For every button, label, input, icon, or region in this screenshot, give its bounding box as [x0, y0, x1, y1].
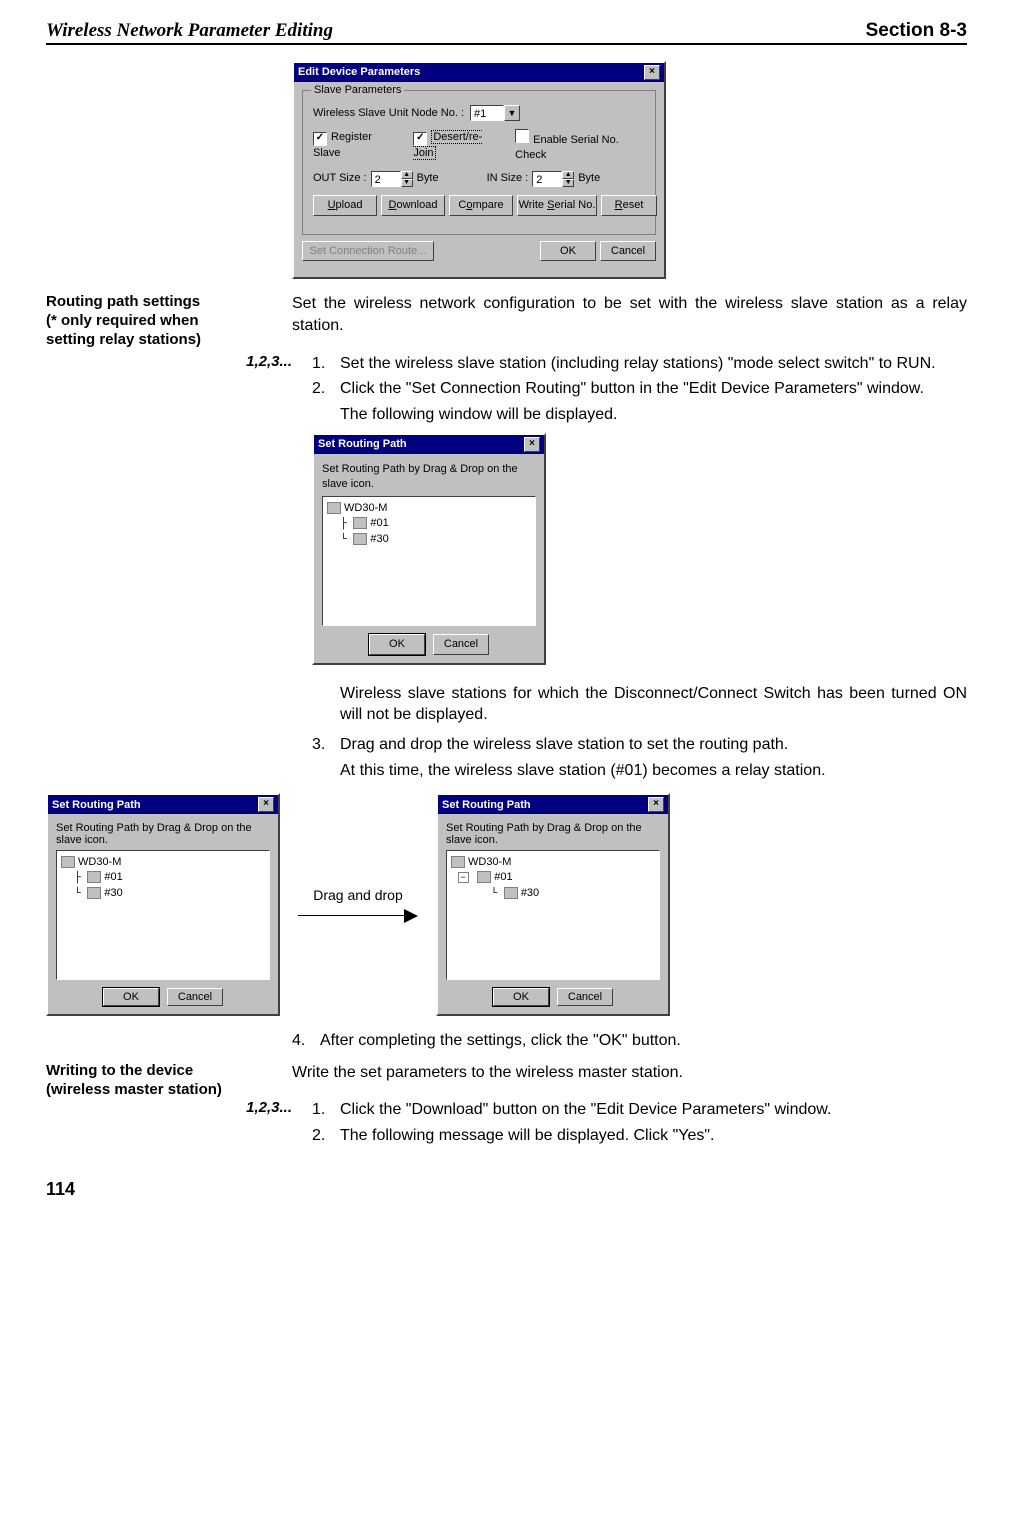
ok-button[interactable]: OK [540, 241, 596, 262]
header-title-left: Wireless Network Parameter Editing [46, 20, 333, 42]
close-icon[interactable]: × [524, 437, 540, 452]
device-icon [451, 856, 465, 868]
download-button[interactable]: Download [381, 195, 445, 216]
drag-and-drop-arrow: Drag and drop [280, 887, 436, 923]
cancel-button[interactable]: Cancel [433, 634, 489, 655]
dialog-titlebar: Set Routing Path × [438, 795, 668, 814]
device-icon [353, 517, 367, 529]
set-routing-path-dialog-after: Set Routing Path × Set Routing Path by D… [436, 793, 670, 1016]
tree-note-text: Wireless slave stations for which the Di… [340, 683, 967, 726]
enable-serial-checkbox[interactable]: Enable Serial No. Check [515, 129, 645, 163]
routing-heading: Routing path settings (* only required w… [46, 293, 292, 349]
write-step-2: 2.The following message will be displaye… [312, 1125, 967, 1147]
ok-button[interactable]: OK [493, 988, 549, 1006]
routing-tree[interactable]: WD30-M − #01 └ #30 [446, 850, 660, 980]
device-icon [504, 887, 518, 899]
dialog-titlebar: Edit Device Parameters × [294, 63, 664, 82]
steps-label: 1,2,3... [46, 1099, 312, 1118]
page-header: Wireless Network Parameter Editing Secti… [46, 20, 967, 45]
in-size-input[interactable]: 2 ▲▼ [532, 171, 574, 187]
device-icon [87, 887, 101, 899]
write-serial-button[interactable]: Write Serial No. [517, 195, 597, 216]
slave-parameters-group: Slave Parameters Wireless Slave Unit Nod… [302, 90, 656, 235]
step-4: 4.After completing the settings, click t… [292, 1030, 967, 1052]
close-icon[interactable]: × [258, 797, 274, 812]
routing-hint-text: Set Routing Path by Drag & Drop on the s… [322, 462, 536, 492]
routing-intro-text: Set the wireless network configuration t… [292, 293, 967, 336]
writing-intro-text: Write the set parameters to the wireless… [292, 1062, 967, 1084]
steps-label: 1,2,3... [46, 353, 312, 372]
compare-button[interactable]: Compare [449, 195, 513, 216]
close-icon[interactable]: × [648, 797, 664, 812]
cancel-button[interactable]: Cancel [557, 988, 613, 1006]
out-size-label: OUT Size : [313, 171, 367, 186]
step-2-note: The following window will be displayed. [340, 404, 967, 426]
ok-button[interactable]: OK [103, 988, 159, 1006]
routing-tree[interactable]: WD30-M ├ #01 └ #30 [322, 496, 536, 626]
edit-device-parameters-dialog: Edit Device Parameters × Slave Parameter… [292, 61, 666, 279]
dialog-title-text: Set Routing Path [318, 437, 407, 452]
device-icon [61, 856, 75, 868]
write-step-1: 1.Click the "Download" button on the "Ed… [312, 1099, 967, 1121]
node-no-label: Wireless Slave Unit Node No. : [313, 106, 464, 121]
writing-heading: Writing to the device (wireless master s… [46, 1062, 292, 1100]
desert-rejoin-checkbox[interactable]: ✓Desert/re-Join [413, 130, 499, 161]
arrow-right-icon [298, 909, 418, 923]
close-icon[interactable]: × [644, 65, 660, 80]
page-number: 114 [46, 1179, 967, 1200]
ok-button[interactable]: OK [369, 634, 425, 655]
header-section-right: Section 8-3 [866, 20, 967, 42]
reset-button[interactable]: Reset [601, 195, 657, 216]
in-byte-label: Byte [578, 171, 600, 186]
out-size-input[interactable]: 2 ▲▼ [371, 171, 413, 187]
dialog-title-text: Edit Device Parameters [298, 65, 420, 80]
device-icon [477, 871, 491, 883]
routing-tree[interactable]: WD30-M ├ #01 └ #30 [56, 850, 270, 980]
group-title: Slave Parameters [311, 83, 404, 98]
collapse-icon[interactable]: − [458, 872, 469, 883]
cancel-button[interactable]: Cancel [600, 241, 656, 262]
dialog-titlebar: Set Routing Path × [314, 435, 544, 454]
out-byte-label: Byte [417, 171, 439, 186]
in-size-label: IN Size : [487, 171, 529, 186]
node-no-select[interactable]: #1 ▼ [470, 105, 520, 121]
set-connection-route-button[interactable]: Set Connection Route... [302, 241, 434, 262]
step-1: 1.Set the wireless slave station (includ… [312, 353, 967, 375]
dialog-titlebar: Set Routing Path × [48, 795, 278, 814]
register-slave-checkbox[interactable]: ✓Register Slave [313, 130, 397, 161]
upload-button[interactable]: Upload [313, 195, 377, 216]
step-3: 3.Drag and drop the wireless slave stati… [312, 734, 967, 756]
device-icon [353, 533, 367, 545]
step-2: 2.Click the "Set Connection Routing" but… [312, 378, 967, 400]
cancel-button[interactable]: Cancel [167, 988, 223, 1006]
set-routing-path-dialog-before: Set Routing Path × Set Routing Path by D… [46, 793, 280, 1016]
device-icon [327, 502, 341, 514]
step-3-note: At this time, the wireless slave station… [340, 760, 967, 782]
chevron-down-icon[interactable]: ▼ [504, 105, 520, 121]
set-routing-path-dialog: Set Routing Path × Set Routing Path by D… [312, 433, 546, 665]
device-icon [87, 871, 101, 883]
